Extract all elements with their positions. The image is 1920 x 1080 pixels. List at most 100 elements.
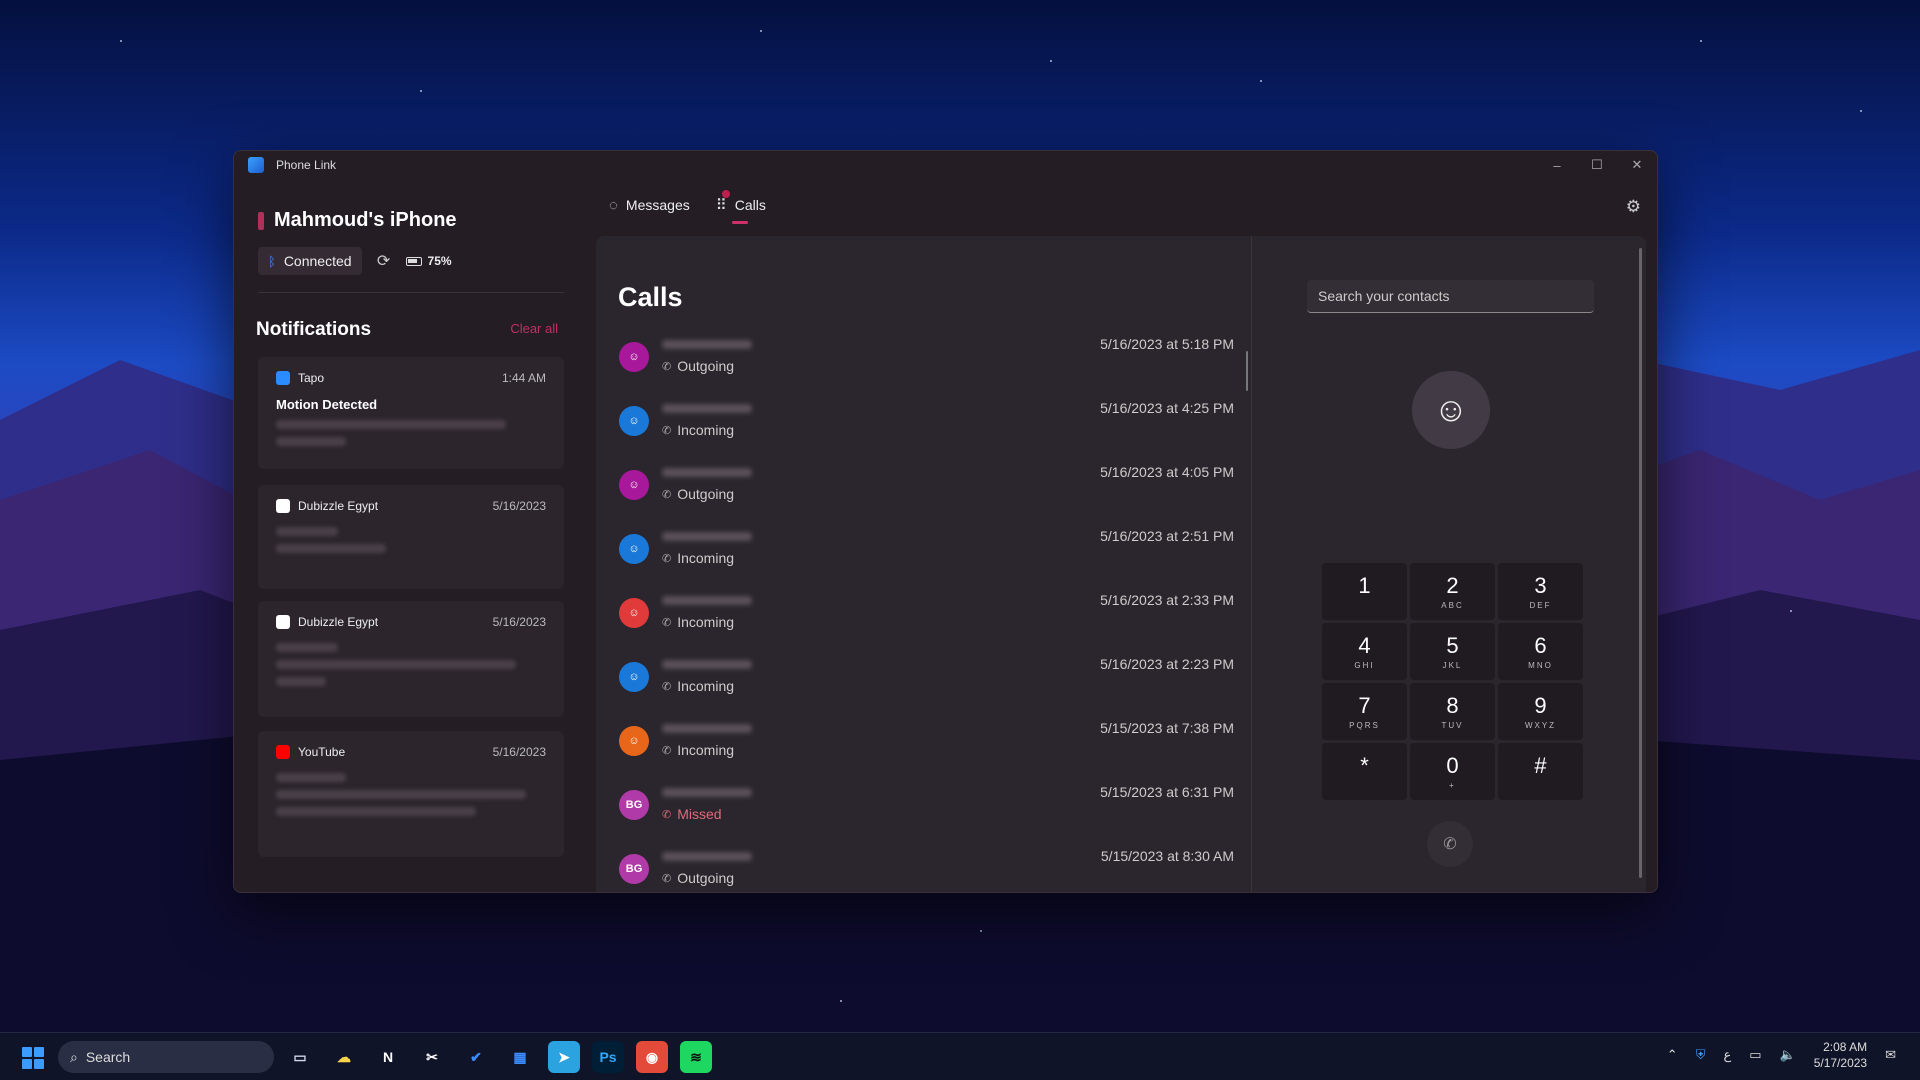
key-digit: * (1360, 752, 1369, 778)
close-button[interactable]: ✕ (1617, 151, 1657, 179)
notification-time: 1:44 AM (501, 371, 546, 385)
call-row[interactable]: ☺ ✆ Incoming 5/16/2023 at 2:33 PM (614, 592, 1234, 656)
keypad-key[interactable]: 0 + (1410, 743, 1495, 800)
volume-icon[interactable]: 🔈 (1780, 1047, 1796, 1063)
notification-body-redacted (276, 677, 326, 686)
call-timestamp: 5/15/2023 at 6:31 PM (1100, 784, 1234, 800)
photoshop-icon[interactable]: Ps (592, 1041, 624, 1073)
maximize-button[interactable]: ☐ (1577, 151, 1617, 179)
youtube-icon (276, 745, 290, 759)
notification-body-redacted (276, 807, 476, 816)
notification-center-icon[interactable]: ✉ (1885, 1047, 1896, 1063)
tab-messages[interactable]: ◌ Messages (609, 196, 690, 214)
keypad-key[interactable]: 1 (1322, 563, 1407, 620)
call-row[interactable]: ☺ ✆ Outgoing 5/16/2023 at 5:18 PM (614, 336, 1234, 400)
call-row[interactable]: BG ✆ Outgoing 5/15/2023 at 8:30 AM (614, 848, 1234, 892)
sidebar: Mahmoud's iPhone ᛒ Connected ⟳ 75% Notif… (234, 179, 584, 892)
key-letters: MNO (1528, 660, 1553, 670)
call-row[interactable]: ☺ ✆ Incoming 5/16/2023 at 2:51 PM (614, 528, 1234, 592)
person-icon: ☺ (628, 479, 640, 491)
sync-icon[interactable]: ⟳ (370, 247, 398, 275)
key-digit: 3 (1534, 572, 1547, 598)
call-direction-icon: ✆ (662, 360, 672, 373)
contact-avatar: BG (619, 854, 649, 884)
task-view-icon[interactable]: ▭ (284, 1041, 316, 1073)
keypad-key[interactable]: 9 WXYZ (1498, 683, 1583, 740)
call-type-label: Outgoing (677, 486, 735, 502)
call-row[interactable]: ☺ ✆ Incoming 5/15/2023 at 7:38 PM (614, 720, 1234, 784)
tab-calls[interactable]: ⠿ Calls (715, 190, 766, 224)
key-digit: 4 (1358, 632, 1371, 658)
spotify-icon[interactable]: ≋ (680, 1041, 712, 1073)
system-tray: ⌃ ⛨ ع ▭ 🔈 2:08 AM 5/17/2023 ✉ (1667, 1039, 1896, 1071)
call-list-scrollbar[interactable] (1246, 351, 1248, 391)
call-timestamp: 5/16/2023 at 2:33 PM (1100, 592, 1234, 608)
chevron-up-icon[interactable]: ⌃ (1667, 1047, 1678, 1063)
clear-all-button[interactable]: Clear all (510, 321, 558, 336)
chrome-icon[interactable]: ◉ (636, 1041, 668, 1073)
caller-name-redacted (662, 852, 752, 861)
key-letters: TUV (1441, 720, 1464, 730)
keypad-key[interactable]: 5 JKL (1410, 623, 1495, 680)
phone-link-window: Phone Link – ☐ ✕ Mahmoud's iPhone ᛒ Conn… (233, 150, 1658, 893)
call-direction-icon: ✆ (662, 488, 672, 501)
keypad-key[interactable]: # (1498, 743, 1583, 800)
key-digit: 1 (1358, 572, 1371, 598)
person-icon: ☺ (628, 671, 640, 683)
battery-level: 75% (427, 254, 452, 268)
call-type-label: Incoming (677, 614, 735, 630)
notification-body-redacted (276, 544, 386, 553)
network-icon[interactable]: ▭ (1749, 1047, 1761, 1063)
call-direction-icon: ✆ (662, 680, 672, 693)
person-icon: ☺ (1412, 371, 1490, 449)
contact-search-input[interactable]: Search your contacts (1307, 280, 1594, 313)
settings-gear-icon[interactable]: ⚙ (1626, 197, 1641, 217)
taskbar-clock[interactable]: 2:08 AM 5/17/2023 (1814, 1039, 1867, 1071)
keypad-key[interactable]: 4 GHI (1322, 623, 1407, 680)
app-n-icon[interactable]: N (372, 1041, 404, 1073)
keypad-key[interactable]: 7 PQRS (1322, 683, 1407, 740)
connection-status[interactable]: ᛒ Connected (258, 247, 362, 275)
keypad-key[interactable]: 3 DEF (1498, 563, 1583, 620)
caller-name-redacted (662, 724, 752, 733)
window-title: Phone Link (276, 158, 337, 172)
call-type: ✆ Incoming (662, 550, 734, 566)
key-letters: PQRS (1349, 720, 1380, 730)
caller-name-redacted (662, 404, 752, 413)
language-icon[interactable]: ع (1723, 1047, 1731, 1063)
person-icon: ☺ (628, 351, 640, 363)
battery-icon (405, 256, 422, 266)
keypad-key[interactable]: 2 ABC (1410, 563, 1495, 620)
person-icon: ☺ (628, 607, 640, 619)
store-icon[interactable]: ▦ (504, 1041, 536, 1073)
notification-card[interactable]: YouTube 5/16/2023 (258, 731, 564, 857)
notification-title-redacted (276, 643, 338, 652)
avatar-initials: BG (625, 863, 643, 875)
windows-start-icon[interactable] (22, 1047, 44, 1069)
telegram-icon[interactable]: ➤ (548, 1041, 580, 1073)
notification-card[interactable]: Dubizzle Egypt 5/16/2023 (258, 601, 564, 717)
snipping-icon[interactable]: ✂ (416, 1041, 448, 1073)
minimize-button[interactable]: – (1537, 151, 1577, 179)
defender-icon[interactable]: ⛨ (1696, 1047, 1706, 1063)
notification-card[interactable]: Dubizzle Egypt 5/16/2023 (258, 485, 564, 589)
todo-icon[interactable]: ✔ (460, 1041, 492, 1073)
notification-header: Dubizzle Egypt 5/16/2023 (276, 499, 546, 513)
keypad-key[interactable]: 6 MNO (1498, 623, 1583, 680)
person-icon: ☺ (628, 415, 640, 427)
dialpad-icon: ⠿ (715, 197, 727, 214)
call-row[interactable]: ☺ ✆ Incoming 5/16/2023 at 4:25 PM (614, 400, 1234, 464)
notification-card[interactable]: Tapo 1:44 AM Motion Detected (258, 357, 564, 469)
taskbar-search[interactable]: ⌕ Search (58, 1041, 274, 1073)
phone-call-icon[interactable]: ✆ (1427, 821, 1473, 867)
call-timestamp: 5/15/2023 at 8:30 AM (1100, 848, 1234, 864)
call-row[interactable]: BG ✆ Missed 5/15/2023 at 6:31 PM (614, 784, 1234, 848)
chat-bubble-icon: ◌ (609, 196, 618, 214)
key-letters: WXYZ (1524, 720, 1557, 730)
keypad-key[interactable]: * (1322, 743, 1407, 800)
call-type: ✆ Missed (662, 806, 722, 822)
weather-icon[interactable]: ☁ (328, 1041, 360, 1073)
call-row[interactable]: ☺ ✆ Incoming 5/16/2023 at 2:23 PM (614, 656, 1234, 720)
call-row[interactable]: ☺ ✆ Outgoing 5/16/2023 at 4:05 PM (614, 464, 1234, 528)
keypad-key[interactable]: 8 TUV (1410, 683, 1495, 740)
